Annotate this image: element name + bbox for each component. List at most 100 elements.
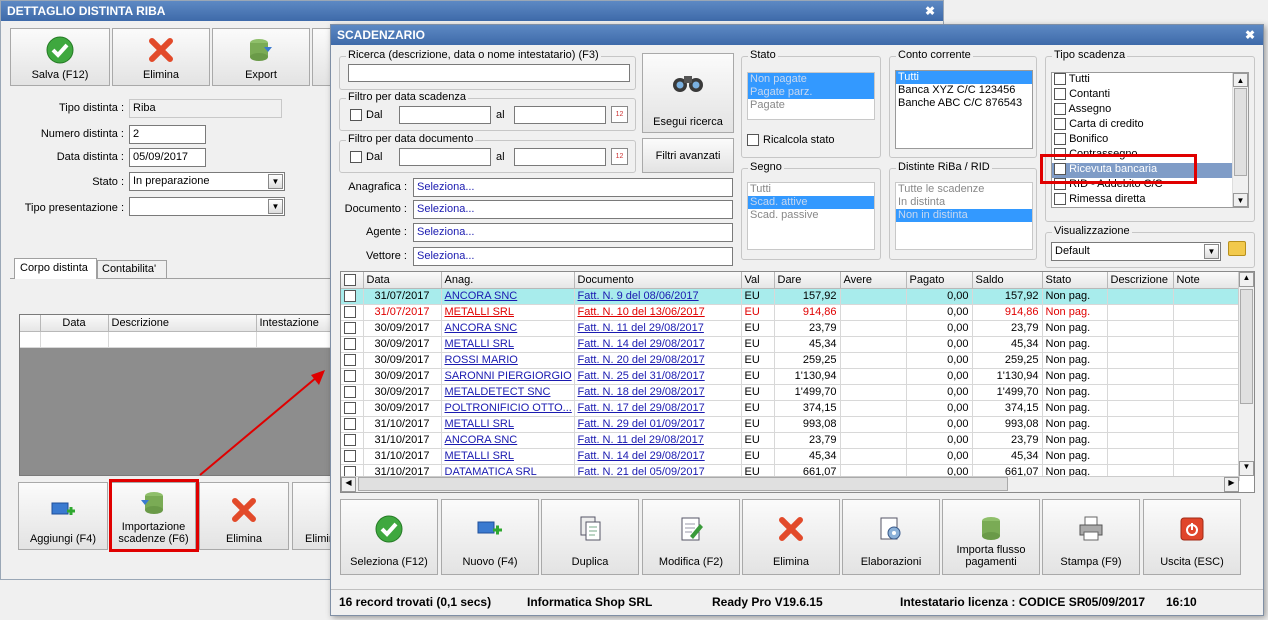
cell-anag[interactable]: METALLI SRL — [441, 448, 575, 465]
row-checkbox[interactable] — [344, 370, 356, 383]
importa-flusso-button[interactable]: Importa flusso pagamenti — [942, 499, 1040, 575]
scroll-right-icon[interactable]: ▶ — [1224, 477, 1239, 492]
grid-header-val[interactable]: Val — [741, 272, 775, 289]
filter-documento-checkbox[interactable] — [350, 151, 362, 163]
list-item[interactable]: Banche ABC C/C 876543 — [896, 97, 1032, 110]
seleziona-button[interactable]: Seleziona (F12) — [340, 499, 438, 575]
close-icon[interactable]: ✖ — [1245, 25, 1255, 45]
filter-scadenza-from[interactable] — [399, 106, 491, 124]
grid-header-note[interactable]: Note — [1173, 272, 1240, 289]
cell-documento[interactable]: Fatt. N. 29 del 01/09/2017 — [574, 416, 742, 433]
chevron-down-icon[interactable]: ▼ — [268, 174, 283, 189]
filter-scadenza-checkbox[interactable] — [350, 109, 362, 121]
filter-documento-to[interactable] — [514, 148, 606, 166]
elaborazioni-button[interactable]: Elaborazioni — [842, 499, 940, 575]
nuovo-button[interactable]: Nuovo (F4) — [441, 499, 539, 575]
chevron-down-icon[interactable]: ▼ — [1204, 244, 1219, 259]
scroll-thumb[interactable] — [1234, 88, 1247, 176]
scroll-down-icon[interactable]: ▼ — [1233, 193, 1248, 207]
checkbox[interactable] — [1054, 193, 1066, 206]
cell-anag[interactable]: SARONNI PIERGIORGIO — [441, 368, 575, 385]
row-checkbox-cell[interactable] — [341, 448, 364, 465]
table-row[interactable]: 30/09/2017 ROSSI MARIO Fatt. N. 20 del 29/… — [341, 352, 1240, 369]
cell-documento[interactable]: Fatt. N. 20 del 29/08/2017 — [574, 352, 742, 369]
elimina-button[interactable]: Elimina — [742, 499, 840, 575]
cell-documento[interactable]: Fatt. N. 9 del 08/06/2017 — [574, 288, 742, 305]
grid-header-documento[interactable]: Documento — [574, 272, 742, 289]
row-checkbox-cell[interactable] — [341, 352, 364, 369]
exec-search-button[interactable]: Esegui ricerca — [642, 53, 734, 133]
grid-header-saldo[interactable]: Saldo — [972, 272, 1043, 289]
folder-icon[interactable] — [1228, 241, 1246, 256]
table-row[interactable]: 31/10/2017 METALLI SRL Fatt. N. 14 del 29/… — [341, 448, 1240, 465]
table-row[interactable]: 31/10/2017 ANCORA SNC Fatt. N. 11 del 29/0… — [341, 432, 1240, 449]
row-checkbox-cell[interactable] — [341, 288, 364, 305]
close-icon[interactable]: ✖ — [925, 1, 935, 21]
row-checkbox[interactable] — [344, 418, 356, 431]
grid-header-pagato[interactable]: Pagato — [906, 272, 973, 289]
tab-contabilita[interactable]: Contabilita' — [97, 260, 167, 279]
grid-vscrollbar[interactable]: ▲ ▼ — [1238, 272, 1254, 476]
duplica-button[interactable]: Duplica — [541, 499, 639, 575]
grid-header-descrizione[interactable]: Descrizione — [1107, 272, 1174, 289]
cell-documento[interactable]: Fatt. N. 18 del 29/08/2017 — [574, 384, 742, 401]
list-item-tutti[interactable]: Tutti — [1052, 73, 1248, 88]
agente-field[interactable]: Seleziona... — [413, 223, 733, 242]
modifica-button[interactable]: Modifica (F2) — [642, 499, 740, 575]
delete-button[interactable]: Elimina — [112, 28, 210, 86]
cell-anag[interactable]: METALLI SRL — [441, 336, 575, 353]
row-checkbox[interactable] — [344, 354, 356, 367]
row-checkbox[interactable] — [344, 434, 356, 447]
checkbox[interactable] — [1054, 73, 1066, 86]
export-button[interactable]: Export — [212, 28, 310, 86]
calendar-icon[interactable]: 12 — [611, 106, 628, 123]
list-item[interactable]: Pagate — [748, 99, 874, 112]
select-all-checkbox[interactable] — [344, 273, 356, 286]
list-item[interactable]: Non in distinta — [896, 209, 1032, 222]
uscita-button[interactable]: Uscita (ESC) — [1143, 499, 1241, 575]
grid-header-select[interactable] — [20, 315, 41, 332]
checkbox[interactable] — [1054, 133, 1066, 146]
list-item[interactable]: Pagate parz. — [748, 86, 874, 99]
cell-anag[interactable]: ANCORA SNC — [441, 288, 575, 305]
search-input[interactable] — [348, 64, 630, 82]
scroll-down-icon[interactable]: ▼ — [1239, 461, 1254, 476]
vettore-field[interactable]: Seleziona... — [413, 247, 733, 266]
cell-documento[interactable]: Fatt. N. 10 del 13/06/2017 — [574, 304, 742, 321]
tab-corpo-distinta[interactable]: Corpo distinta — [14, 258, 97, 279]
row-checkbox-cell[interactable] — [341, 320, 364, 337]
row-checkbox[interactable] — [344, 322, 356, 335]
grid-header-descrizione[interactable]: Descrizione — [108, 315, 257, 332]
stampa-button[interactable]: Stampa (F9) — [1042, 499, 1140, 575]
scroll-left-icon[interactable]: ◀ — [341, 477, 356, 492]
filter-documento-from[interactable] — [399, 148, 491, 166]
list-item-assegno[interactable]: Assegno — [1052, 103, 1248, 118]
list-item[interactable]: Tutti — [748, 183, 874, 196]
scroll-thumb[interactable] — [1240, 289, 1253, 404]
advanced-filters-button[interactable]: Filtri avanzati — [642, 138, 734, 173]
segno-listbox[interactable]: Tutti Scad. attive Scad. passive — [747, 182, 875, 250]
tipo-scadenza-listbox[interactable]: Tutti Contanti Assegno Carta di credito … — [1051, 72, 1249, 208]
row-checkbox-cell[interactable] — [341, 368, 364, 385]
cell-documento[interactable]: Fatt. N. 25 del 31/08/2017 — [574, 368, 742, 385]
row-checkbox[interactable] — [344, 450, 356, 463]
cell-documento[interactable]: Fatt. N. 14 del 29/08/2017 — [574, 336, 742, 353]
table-row[interactable]: 31/07/2017 ANCORA SNC Fatt. N. 9 del 08/06… — [341, 288, 1240, 305]
distinte-listbox[interactable]: Tutte le scadenze In distinta Non in dis… — [895, 182, 1033, 250]
cell-anag[interactable]: ANCORA SNC — [441, 432, 575, 449]
row-checkbox[interactable] — [344, 306, 356, 319]
table-row[interactable]: 30/09/2017 METALLI SRL Fatt. N. 14 del 29/… — [341, 336, 1240, 353]
list-item-contanti[interactable]: Contanti — [1052, 88, 1248, 103]
delete-all-button[interactable]: Elimin — [292, 482, 335, 550]
row-checkbox[interactable] — [344, 290, 356, 303]
scroll-up-icon[interactable]: ▲ — [1239, 272, 1254, 287]
numero-distinta-field[interactable]: 2 — [129, 125, 206, 144]
grid-header-data[interactable]: Data — [363, 272, 442, 289]
list-item-bonifico[interactable]: Bonifico — [1052, 133, 1248, 148]
cell-documento[interactable]: Fatt. N. 11 del 29/08/2017 — [574, 432, 742, 449]
list-item-carta[interactable]: Carta di credito — [1052, 118, 1248, 133]
row-checkbox-cell[interactable] — [341, 304, 364, 321]
table-row[interactable] — [20, 331, 332, 348]
visualizzazione-select[interactable]: Default ▼ — [1051, 242, 1221, 261]
tipo-presentazione-select[interactable]: ▼ — [129, 197, 285, 216]
